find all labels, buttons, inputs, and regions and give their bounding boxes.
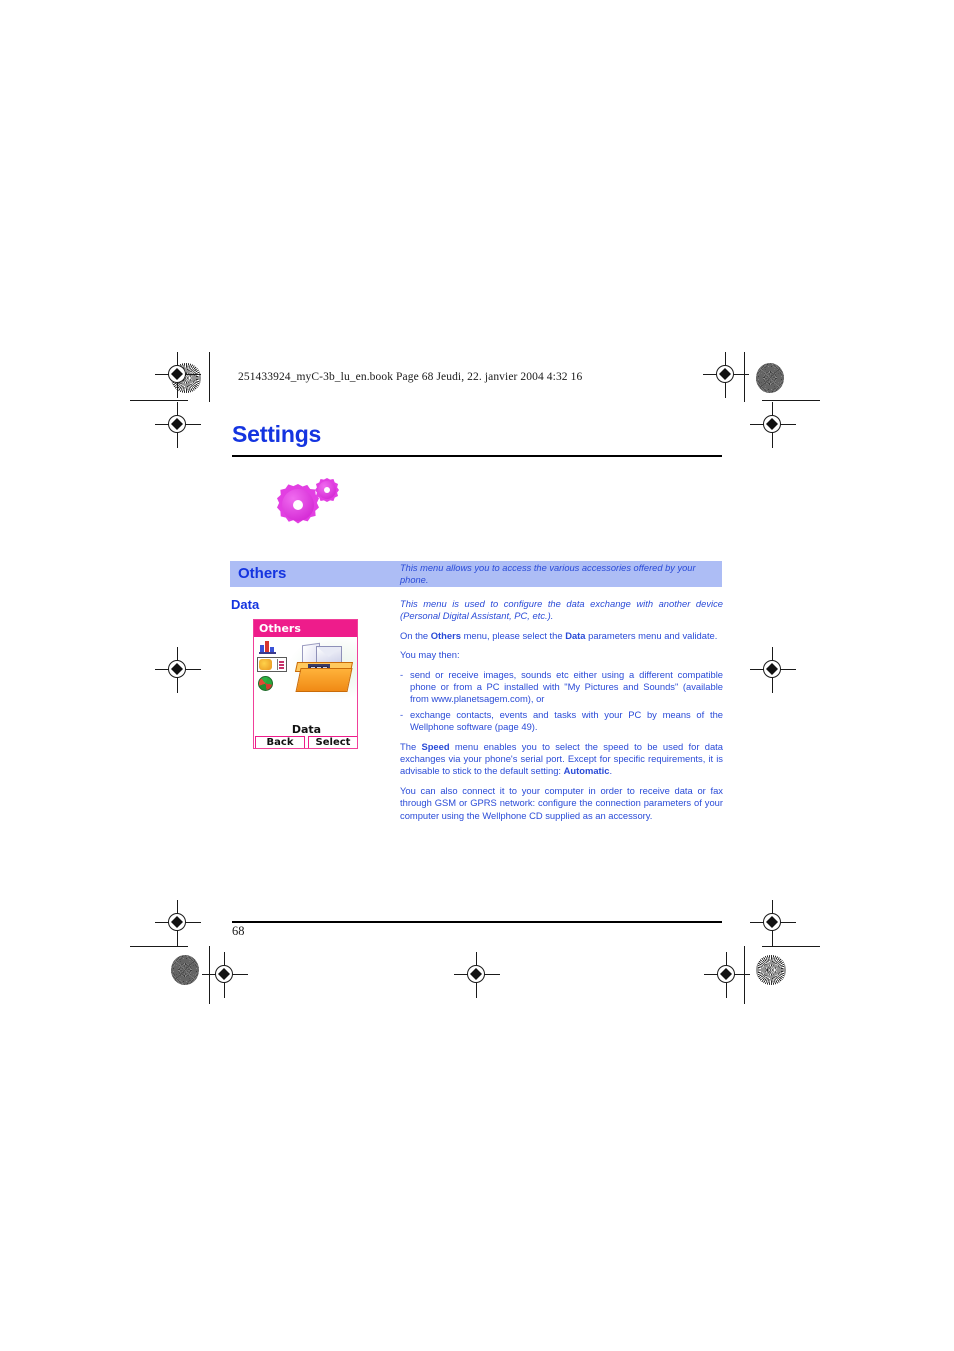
paragraph-you-may-then: You may then:	[400, 649, 460, 661]
paragraph-select-menu: On the Others menu, please select the Da…	[400, 630, 723, 642]
list-item: - send or receive images, sounds etc eit…	[400, 669, 723, 706]
registration-starburst-bottom-right	[756, 955, 786, 985]
registration-cross-top-left	[155, 352, 201, 398]
phone-softkey-bar: Back Select	[254, 736, 357, 748]
page-number: 68	[232, 924, 245, 938]
bullet-dash-icon: -	[400, 668, 404, 680]
phone-screenshot: Others Data Back Select	[253, 619, 358, 749]
bullet-dash-icon: -	[400, 708, 404, 720]
registration-cross-lower-right	[750, 900, 796, 946]
crop-line-top-right	[762, 400, 820, 401]
registration-cross-center-left	[155, 647, 201, 693]
converter-icon	[257, 657, 287, 672]
crop-line-top-left	[130, 400, 188, 401]
text-part-3: parameters menu and validate.	[585, 629, 718, 641]
phone-selected-item-label: Data	[291, 723, 322, 736]
gear-small-icon	[315, 478, 339, 502]
bold-speed: Speed	[421, 740, 450, 752]
text-part-1: On the	[400, 629, 431, 641]
title-divider	[232, 455, 722, 457]
phone-softkey-back[interactable]: Back	[255, 736, 305, 748]
phone-title-text: Others	[259, 622, 301, 635]
registration-cross-center-right	[750, 647, 796, 693]
list-item-text: exchange contacts, events and tasks with…	[410, 708, 723, 733]
bar-chart-icon	[259, 640, 276, 655]
book-header-code: 251433924_myC-3b_lu_en.book Page 68 Jeud…	[238, 371, 583, 383]
paragraph-speed-menu: The Speed menu enables you to select the…	[400, 741, 723, 778]
speed-text-3: .	[609, 765, 613, 777]
registration-cross-bottom-center	[454, 952, 500, 998]
gear-large-icon	[277, 484, 319, 526]
registration-cross-mid-left	[155, 402, 201, 448]
list-item-text: send or receive images, sounds etc eithe…	[410, 668, 723, 705]
phone-softkey-select[interactable]: Select	[308, 736, 357, 748]
registration-cross-mid-right	[750, 402, 796, 448]
list-item: - exchange contacts, events and tasks wi…	[400, 709, 723, 734]
bold-data: Data	[565, 629, 586, 641]
crop-line-vert-top-left	[209, 352, 210, 402]
page-title: Settings	[232, 421, 322, 447]
subsection-heading-data: Data	[231, 597, 260, 612]
bullet-list: - send or receive images, sounds etc eit…	[400, 669, 723, 734]
section-heading-others: Others	[238, 565, 287, 582]
paragraph-intro-italic: This menu is used to configure the data …	[400, 598, 723, 622]
speed-text-1: The	[400, 740, 422, 752]
body-text-column: This menu is used to configure the data …	[400, 598, 723, 829]
globe-icon	[258, 676, 273, 691]
data-tray-icon	[292, 642, 356, 698]
registration-cross-bottom-left	[202, 952, 248, 998]
bold-others: Others	[430, 629, 461, 641]
registration-dot-bottom-left	[171, 955, 199, 985]
bold-automatic: Automatic	[563, 765, 610, 777]
registration-cross-bottom-right	[704, 952, 750, 998]
registration-dot-top-right	[756, 363, 784, 393]
registration-cross-top-right	[703, 352, 749, 398]
gears-icon	[275, 476, 347, 528]
crop-line-bottom-left	[130, 946, 188, 947]
crop-line-bottom-right	[762, 946, 820, 947]
section-heading-description: This menu allows you to access the vario…	[400, 563, 696, 585]
paragraph-connect-computer: You can also connect it to your computer…	[400, 784, 723, 821]
footer-divider	[232, 921, 722, 923]
text-part-2: menu, please select the	[460, 629, 566, 641]
registration-cross-lower-left	[155, 900, 201, 946]
